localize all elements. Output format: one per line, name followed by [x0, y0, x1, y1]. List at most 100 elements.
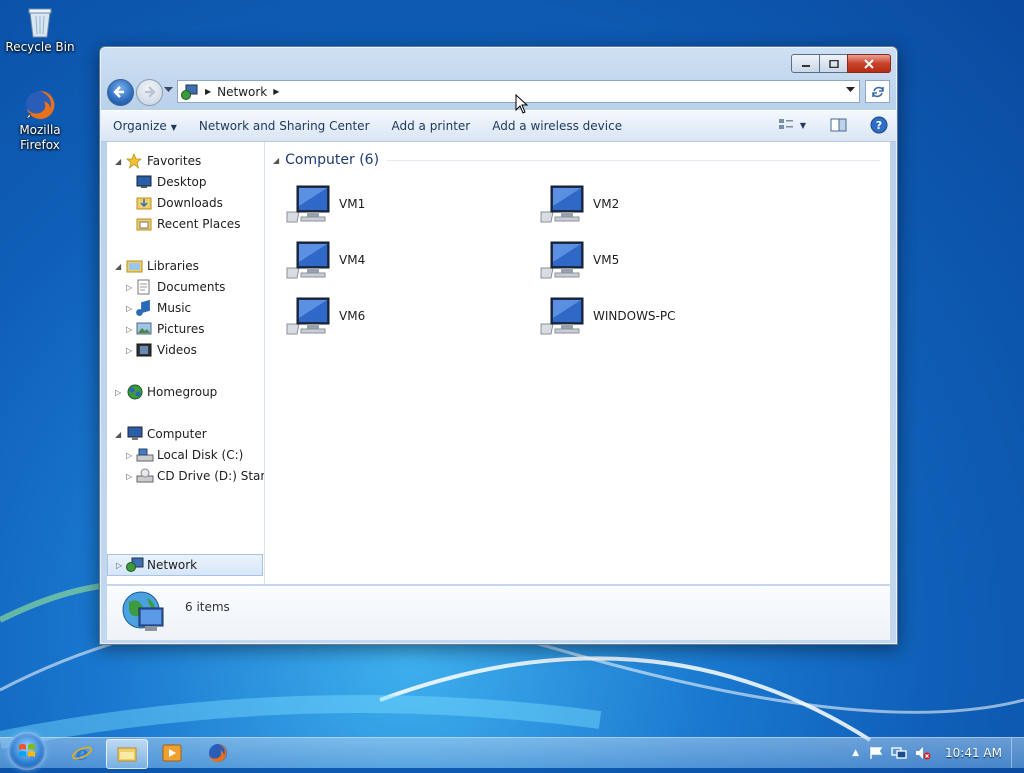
taskbar-internet-explorer[interactable]: e: [62, 739, 102, 767]
documents-icon: [137, 279, 150, 295]
breadcrumb-separator-2[interactable]: ▶: [273, 87, 279, 96]
network-globe-icon: [122, 591, 164, 631]
network-computer-label: VM2: [593, 197, 620, 211]
pictures-icon: [136, 322, 152, 335]
chevron-down-icon: ▼: [799, 120, 806, 130]
recycle-bin-icon: [28, 8, 52, 38]
close-icon: [864, 58, 874, 69]
group-header[interactable]: ◢ Computer (6): [273, 150, 880, 170]
network-computer-label: VM4: [339, 253, 366, 267]
network-computer-item[interactable]: WINDOWS-PC: [539, 292, 759, 340]
expand-arrow-icon[interactable]: ▷: [126, 472, 132, 481]
breadcrumb-separator[interactable]: ▶: [205, 87, 211, 96]
network-computer-item[interactable]: VM6: [285, 292, 505, 340]
tree-local-disk[interactable]: ▷ Local Disk (C:): [107, 445, 264, 465]
music-icon: [136, 300, 150, 316]
arrow-right-icon: [145, 86, 156, 98]
network-sharing-center-button[interactable]: Network and Sharing Center: [187, 119, 380, 133]
command-bar: Organize ▼ Network and Sharing Center Add…: [101, 110, 896, 142]
collapse-arrow-icon[interactable]: ◢: [115, 262, 121, 271]
network-icon: [181, 84, 198, 100]
network-computer-item[interactable]: VM2: [539, 180, 759, 228]
action-center-flag-icon[interactable]: [869, 746, 883, 760]
forward-button[interactable]: [136, 79, 163, 106]
internet-explorer-icon: e: [72, 742, 92, 764]
organize-label: Organize: [113, 119, 167, 133]
tree-computer[interactable]: ◢ Computer: [107, 424, 264, 444]
network-computer-item[interactable]: VM4: [285, 236, 505, 284]
refresh-button[interactable]: [865, 80, 890, 103]
item-count: 6 items: [185, 600, 230, 614]
tree-desktop[interactable]: Desktop: [107, 172, 264, 192]
expand-arrow-icon[interactable]: ▷: [126, 325, 132, 334]
back-button[interactable]: [107, 79, 134, 106]
firefox-shortcut[interactable]: Mozilla Firefox: [0, 89, 80, 153]
tree-videos-label: Videos: [157, 343, 197, 357]
firefox-icon: [25, 90, 55, 120]
expand-arrow-icon[interactable]: ▷: [126, 346, 132, 355]
add-printer-button[interactable]: Add a printer: [380, 119, 481, 133]
recycle-bin[interactable]: Recycle Bin: [0, 6, 80, 54]
details-pane: 6 items: [107, 585, 890, 640]
expand-arrow-icon[interactable]: ▷: [126, 304, 132, 313]
change-view-button[interactable]: ▼: [778, 118, 806, 132]
clock[interactable]: 10:41 AM: [945, 746, 1002, 760]
svg-text:e: e: [76, 742, 89, 764]
tree-cd-drive[interactable]: ▷ CD Drive (D:) Standa: [107, 466, 264, 486]
firefox-icon: [209, 744, 227, 762]
collapse-arrow-icon[interactable]: ◢: [115, 157, 121, 166]
tree-pictures-label: Pictures: [157, 322, 205, 336]
tree-network[interactable]: ▷ Network: [107, 554, 263, 576]
tree-libraries[interactable]: ◢ Libraries: [107, 256, 264, 276]
taskbar-firefox[interactable]: [198, 739, 238, 767]
collapse-arrow-icon[interactable]: ◢: [115, 430, 121, 439]
volume-muted-icon[interactable]: [915, 746, 931, 760]
organize-menu[interactable]: Organize ▼: [101, 119, 187, 133]
tree-recent-places[interactable]: Recent Places: [107, 214, 264, 234]
network-status-icon[interactable]: [891, 746, 907, 760]
tree-downloads[interactable]: Downloads: [107, 193, 264, 213]
system-tray: ▲ 10:41 AM: [852, 738, 1024, 768]
tree-pictures[interactable]: ▷ Pictures: [107, 319, 264, 339]
taskbar-media-player[interactable]: [152, 739, 192, 767]
maximize-icon: [828, 59, 839, 68]
breadcrumb-network[interactable]: Network: [217, 85, 267, 99]
expand-arrow-icon[interactable]: ▷: [115, 388, 121, 397]
videos-icon: [136, 343, 152, 357]
add-wireless-device-button[interactable]: Add a wireless device: [480, 119, 632, 133]
chevron-down-icon[interactable]: [846, 87, 855, 93]
tree-videos[interactable]: ▷ Videos: [107, 340, 264, 360]
expand-arrow-icon[interactable]: ▷: [116, 561, 122, 570]
taskbar-windows-explorer[interactable]: [106, 739, 148, 769]
minimize-button[interactable]: [791, 54, 820, 73]
network-computer-label: WINDOWS-PC: [593, 309, 676, 323]
tree-music[interactable]: ▷ Music: [107, 298, 264, 318]
expand-arrow-icon[interactable]: ▷: [126, 451, 132, 460]
network-computer-label: VM6: [339, 309, 366, 323]
star-icon: [126, 153, 142, 169]
desktop-icon: [136, 175, 152, 188]
expand-arrow-icon[interactable]: ▷: [126, 283, 132, 292]
windows-explorer-icon: [117, 747, 137, 762]
cd-drive-icon: [136, 468, 154, 483]
network-computer-item[interactable]: VM5: [539, 236, 759, 284]
close-button[interactable]: [847, 54, 891, 73]
tree-homegroup[interactable]: ▷ Homegroup: [107, 382, 264, 402]
network-computer-item[interactable]: VM1: [285, 180, 505, 228]
tree-desktop-label: Desktop: [157, 175, 207, 189]
collapse-arrow-icon[interactable]: ◢: [273, 156, 279, 165]
help-icon[interactable]: ?: [870, 116, 888, 134]
computer-icon: [286, 297, 330, 335]
downloads-folder-icon: [136, 197, 152, 210]
show-desktop-button[interactable]: [1011, 738, 1024, 768]
start-button[interactable]: [8, 732, 46, 770]
recent-pages-dropdown[interactable]: [164, 87, 173, 93]
preview-pane-icon[interactable]: [830, 118, 848, 132]
tree-documents[interactable]: ▷ Documents: [107, 277, 264, 297]
address-row: ▶ Network ▶: [107, 78, 890, 106]
tree-favorites[interactable]: ◢ Favorites: [107, 151, 264, 171]
maximize-button[interactable]: [819, 54, 848, 73]
mouse-cursor-icon: [515, 94, 529, 114]
show-hidden-icons-button[interactable]: ▲: [852, 748, 859, 758]
tree-local-disk-label: Local Disk (C:): [157, 448, 244, 462]
